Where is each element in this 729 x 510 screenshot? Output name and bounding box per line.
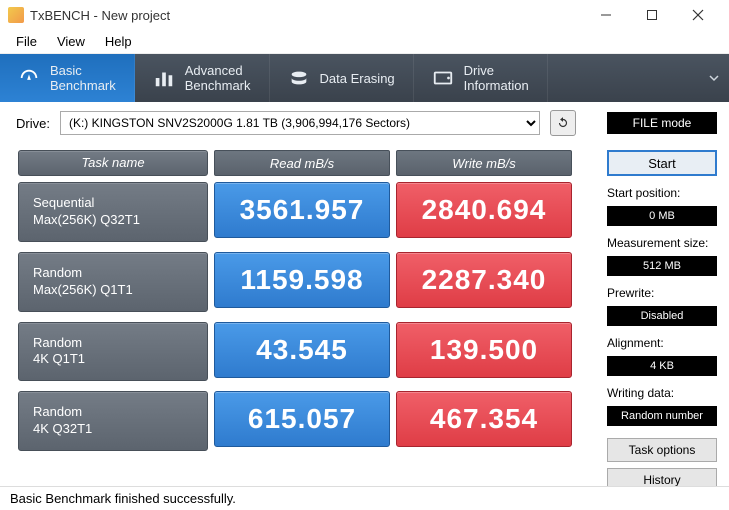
tabs-overflow[interactable]: [699, 54, 729, 102]
write-value: 2840.694: [396, 182, 572, 238]
side-panel: Start Start position: 0 MB Measurement s…: [601, 144, 729, 492]
read-value: 1159.598: [214, 252, 390, 308]
result-row: Random 4K Q32T1 615.057 467.354: [18, 391, 591, 451]
writing-data-value[interactable]: Random number: [607, 406, 717, 426]
writing-data-label: Writing data:: [607, 386, 717, 400]
drive-label: Drive:: [16, 116, 50, 131]
status-bar: Basic Benchmark finished successfully.: [0, 486, 729, 510]
task-name-line2: Max(256K) Q32T1: [33, 212, 193, 229]
task-name-line2: 4K Q1T1: [33, 351, 193, 368]
task-name-line2: Max(256K) Q1T1: [33, 282, 193, 299]
app-icon: [8, 7, 24, 23]
prewrite-label: Prewrite:: [607, 286, 717, 300]
measurement-size-label: Measurement size:: [607, 236, 717, 250]
results-panel: Task name Read mB/s Write mB/s Sequentia…: [0, 144, 601, 492]
read-value: 43.545: [214, 322, 390, 378]
tab-data-erasing[interactable]: Data Erasing: [270, 54, 414, 102]
result-row: Random Max(256K) Q1T1 1159.598 2287.340: [18, 252, 591, 312]
task-cell: Sequential Max(256K) Q32T1: [18, 182, 208, 242]
alignment-label: Alignment:: [607, 336, 717, 350]
task-cell: Random 4K Q1T1: [18, 322, 208, 382]
menu-file[interactable]: File: [6, 32, 47, 51]
file-mode-button[interactable]: FILE mode: [607, 112, 717, 134]
read-value: 3561.957: [214, 182, 390, 238]
write-value: 139.500: [396, 322, 572, 378]
maximize-button[interactable]: [629, 0, 675, 30]
refresh-icon: [556, 116, 570, 130]
start-button[interactable]: Start: [607, 150, 717, 176]
drive-toolbar: Drive: (K:) KINGSTON SNV2S2000G 1.81 TB …: [0, 102, 729, 144]
prewrite-value[interactable]: Disabled: [607, 306, 717, 326]
tab-label: Advanced Benchmark: [185, 63, 251, 93]
tab-basic-benchmark[interactable]: Basic Benchmark: [0, 54, 135, 102]
result-row: Random 4K Q1T1 43.545 139.500: [18, 322, 591, 382]
status-text: Basic Benchmark finished successfully.: [10, 491, 236, 506]
header-read: Read mB/s: [214, 150, 390, 176]
write-value: 467.354: [396, 391, 572, 447]
start-position-value[interactable]: 0 MB: [607, 206, 717, 226]
alignment-value[interactable]: 4 KB: [607, 356, 717, 376]
titlebar: TxBENCH - New project: [0, 0, 729, 30]
task-name-line1: Random: [33, 404, 193, 421]
window-title: TxBENCH - New project: [30, 8, 170, 23]
tab-label: Drive Information: [464, 63, 529, 93]
tab-advanced-benchmark[interactable]: Advanced Benchmark: [135, 54, 270, 102]
menubar: File View Help: [0, 30, 729, 54]
task-name-line1: Sequential: [33, 195, 193, 212]
menu-help[interactable]: Help: [95, 32, 142, 51]
result-row: Sequential Max(256K) Q32T1 3561.957 2840…: [18, 182, 591, 242]
refresh-button[interactable]: [550, 110, 576, 136]
task-options-button[interactable]: Task options: [607, 438, 717, 462]
gauge-icon: [18, 67, 40, 89]
task-name-line1: Random: [33, 265, 193, 282]
write-value: 2287.340: [396, 252, 572, 308]
bars-icon: [153, 67, 175, 89]
read-value: 615.057: [214, 391, 390, 447]
tab-label: Basic Benchmark: [50, 63, 116, 93]
drive-icon: [432, 67, 454, 89]
header-task: Task name: [18, 150, 208, 176]
main-tabs: Basic Benchmark Advanced Benchmark Data …: [0, 54, 729, 102]
chevron-down-icon: [708, 72, 720, 84]
menu-view[interactable]: View: [47, 32, 95, 51]
erase-icon: [288, 67, 310, 89]
minimize-button[interactable]: [583, 0, 629, 30]
task-name-line2: 4K Q32T1: [33, 421, 193, 438]
task-cell: Random 4K Q32T1: [18, 391, 208, 451]
measurement-size-value[interactable]: 512 MB: [607, 256, 717, 276]
drive-select[interactable]: (K:) KINGSTON SNV2S2000G 1.81 TB (3,906,…: [60, 111, 540, 135]
close-button[interactable]: [675, 0, 721, 30]
task-name-line1: Random: [33, 335, 193, 352]
header-write: Write mB/s: [396, 150, 572, 176]
tab-label: Data Erasing: [320, 71, 395, 86]
tab-drive-information[interactable]: Drive Information: [414, 54, 548, 102]
start-position-label: Start position:: [607, 186, 717, 200]
task-cell: Random Max(256K) Q1T1: [18, 252, 208, 312]
